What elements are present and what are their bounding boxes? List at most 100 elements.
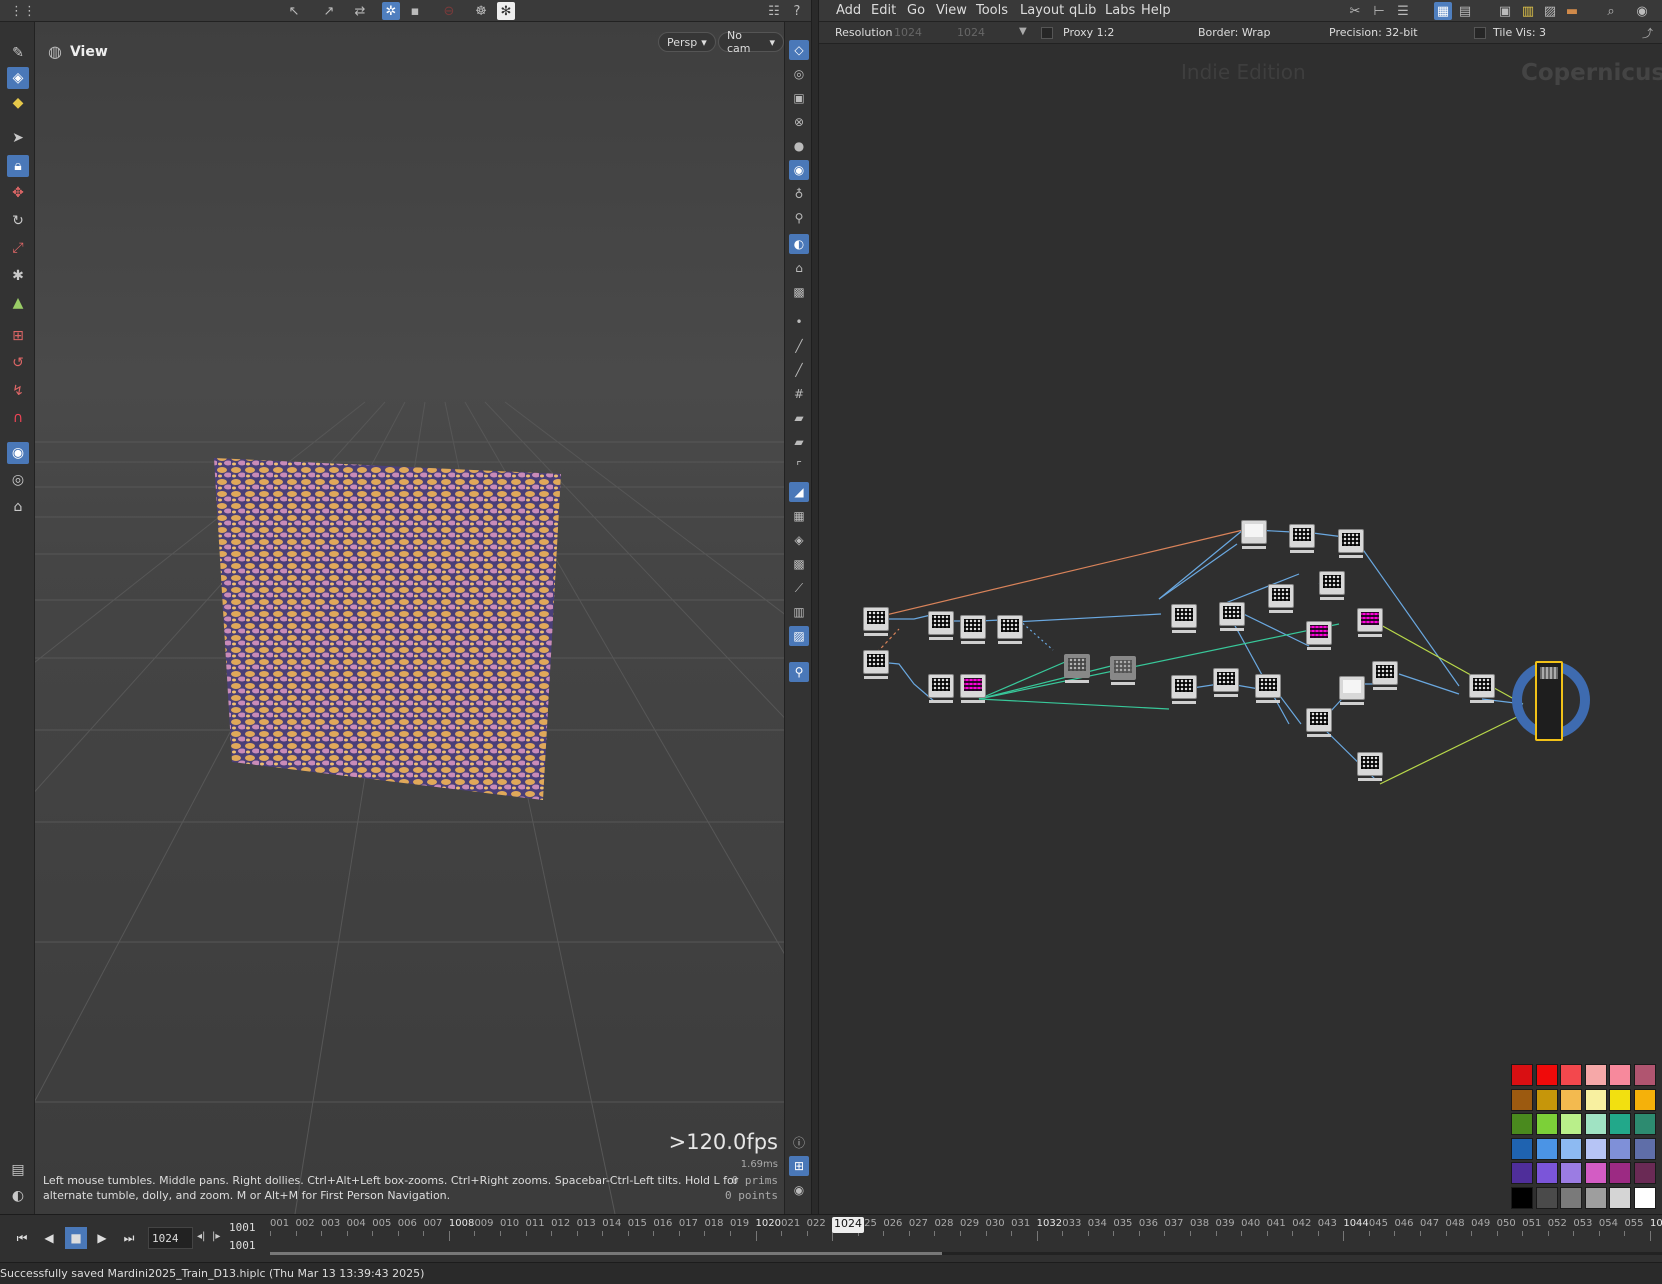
node-noise2[interactable]: [1171, 675, 1197, 704]
render-icon[interactable]: ☸: [472, 2, 490, 20]
node-mono2[interactable]: [1339, 676, 1365, 705]
quad-view-icon[interactable]: ⊞: [789, 1156, 809, 1176]
palette-swatch[interactable]: [1584, 1113, 1607, 1135]
render-tool-icon[interactable]: ⌂: [7, 496, 29, 518]
node-colorize[interactable]: [960, 674, 986, 703]
menu-add[interactable]: Add: [836, 3, 861, 18]
wrench-icon[interactable]: ✂: [1346, 2, 1364, 20]
headlight-icon[interactable]: ♁: [789, 184, 809, 204]
palette-swatch[interactable]: [1511, 1137, 1533, 1160]
move-tool-icon[interactable]: ✥: [7, 182, 29, 204]
resolution-dropdown-icon[interactable]: ▼: [1019, 26, 1027, 37]
palette-swatch[interactable]: [1609, 1064, 1631, 1086]
node-blend2[interactable]: [1306, 708, 1332, 737]
select-arrow-icon[interactable]: ➤: [7, 127, 29, 149]
lock-icon[interactable]: ▣: [789, 88, 809, 108]
node-bypassed[interactable]: [1110, 656, 1136, 685]
edit-tool-icon[interactable]: ↗: [320, 2, 338, 20]
grid-icon[interactable]: ▩: [789, 554, 809, 574]
camera-dropdown[interactable]: No cam ▾: [718, 29, 784, 55]
normal-icon[interactable]: ╱: [789, 360, 809, 380]
node-remap2[interactable]: [1289, 524, 1315, 553]
palette-swatch[interactable]: [1535, 1064, 1558, 1086]
step-back-icon[interactable]: ◂|: [197, 1231, 205, 1242]
palette-swatch[interactable]: [1511, 1162, 1533, 1184]
palette-swatch[interactable]: [1560, 1137, 1582, 1160]
sticky-note-icon[interactable]: ▥: [1519, 2, 1537, 20]
camera-view-icon[interactable]: ⌂: [789, 258, 809, 278]
palette-swatch[interactable]: [1584, 1088, 1607, 1111]
measure-tool-icon[interactable]: ⊞: [7, 325, 29, 347]
apps-grid-icon[interactable]: ⋮⋮: [10, 2, 36, 20]
frame-ruler[interactable]: 001 002 003 004 005 006 007 1008 009 010 011 012 013…: [270, 1215, 1662, 1245]
node-mono[interactable]: [1241, 520, 1267, 549]
network-box-icon[interactable]: ▣: [1496, 2, 1514, 20]
jump-start-icon[interactable]: ⏮: [11, 1227, 33, 1249]
checker-icon[interactable]: ▦: [789, 506, 809, 526]
palette-swatch[interactable]: [1560, 1113, 1582, 1135]
rotate-tool-icon[interactable]: ↻: [7, 210, 29, 232]
jump-end-icon[interactable]: ⏭: [118, 1227, 140, 1249]
node-transform2[interactable]: [1338, 529, 1364, 558]
cube-icon[interactable]: ◈: [789, 530, 809, 550]
flipbook-icon[interactable]: ▤: [7, 1159, 29, 1181]
current-frame-marker[interactable]: 1024: [832, 1217, 864, 1233]
menu-view[interactable]: View: [936, 3, 967, 18]
camera-icon[interactable]: ▩: [789, 282, 809, 302]
node-filecop[interactable]: [863, 607, 889, 636]
material-icon[interactable]: ◢: [789, 482, 809, 502]
menu-edit[interactable]: Edit: [871, 3, 896, 18]
palette-swatch[interactable]: [1609, 1113, 1631, 1135]
stamp-icon[interactable]: ▰: [789, 432, 809, 452]
point-icon[interactable]: •: [789, 312, 809, 332]
menu-layout[interactable]: Layout: [1020, 3, 1064, 18]
bend-tool-icon[interactable]: ↯: [7, 380, 29, 402]
palette-swatch[interactable]: [1584, 1162, 1607, 1184]
palette-swatch[interactable]: [1609, 1088, 1631, 1111]
node-dilate[interactable]: [1319, 571, 1345, 600]
palette-swatch[interactable]: [1633, 1113, 1656, 1135]
brush-tool-icon[interactable]: ▲: [7, 292, 29, 314]
palette-swatch[interactable]: [1633, 1137, 1656, 1160]
node-invert[interactable]: [1268, 584, 1294, 613]
palette-swatch[interactable]: [1609, 1186, 1631, 1209]
end-frame-field[interactable]: 1001: [229, 1239, 256, 1252]
grid-view-icon[interactable]: ▦: [1434, 2, 1452, 20]
pin-tool-icon[interactable]: ◆: [7, 92, 29, 114]
pin-pane-icon[interactable]: ⤴: [1642, 25, 1653, 41]
palette-swatch[interactable]: [1560, 1088, 1582, 1111]
persp-dropdown[interactable]: Persp ▾: [658, 32, 716, 52]
node-multiply2[interactable]: [1357, 608, 1383, 637]
handle-tool-icon[interactable]: ◈: [7, 67, 29, 89]
step-forward-icon[interactable]: |▸: [212, 1231, 220, 1242]
line-icon[interactable]: ╱: [789, 336, 809, 356]
scene-light-icon[interactable]: ⚲: [789, 208, 809, 228]
palette-swatch[interactable]: [1609, 1137, 1631, 1160]
border-menu[interactable]: Border: Wrap: [1198, 26, 1271, 39]
disabled-icon[interactable]: ⊖: [440, 2, 458, 20]
palette-swatch[interactable]: [1584, 1186, 1607, 1209]
start-frame-field[interactable]: 1001: [229, 1221, 256, 1234]
palette-swatch[interactable]: [1535, 1088, 1558, 1111]
grid-snap-icon[interactable]: ▪: [406, 2, 424, 20]
scene-viewport[interactable]: ◍ View Persp ▾ No cam ▾ >120.0fps 1.69ms 0…: [35, 22, 784, 1214]
number-icon[interactable]: #: [789, 384, 809, 404]
node-filecop2[interactable]: [863, 650, 889, 679]
node-layer[interactable]: [1469, 674, 1495, 703]
camera-tool-icon[interactable]: ◉: [7, 442, 29, 464]
menu-labs[interactable]: Labs: [1105, 3, 1135, 18]
transform-tool-icon[interactable]: ⇄: [351, 2, 369, 20]
settings-icon[interactable]: ✻: [497, 2, 515, 20]
palette-swatch[interactable]: [1633, 1064, 1656, 1086]
magnet-tool-icon[interactable]: ∩: [7, 407, 29, 429]
help-icon[interactable]: ?: [788, 2, 806, 20]
node-tile[interactable]: [997, 615, 1023, 644]
wand-icon[interactable]: ⟋: [789, 578, 809, 598]
palette-swatch[interactable]: [1584, 1137, 1607, 1160]
node-blend[interactable]: [928, 611, 954, 640]
palette-swatch[interactable]: [1511, 1088, 1533, 1111]
info-icon[interactable]: ⓘ: [789, 1132, 809, 1152]
node-noise3[interactable]: [1357, 752, 1383, 781]
palette-swatch[interactable]: [1584, 1064, 1607, 1086]
palette-swatch[interactable]: [1535, 1137, 1558, 1160]
